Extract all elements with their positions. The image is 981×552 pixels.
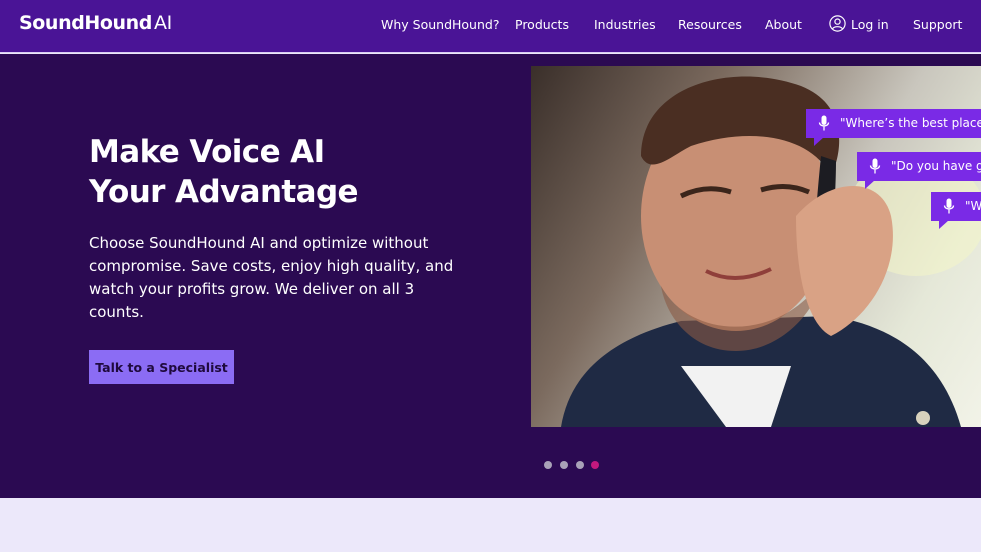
nav-resources[interactable]: Resources: [678, 17, 742, 32]
microphone-icon: [943, 198, 955, 214]
nav-industries[interactable]: Industries: [594, 17, 656, 32]
soundhound-logo[interactable]: SoundHound AI: [19, 12, 172, 34]
logo-name: SoundHound: [19, 12, 152, 34]
voice-query-bubble-2: "Do you have glu: [857, 152, 981, 189]
nav-support[interactable]: Support: [913, 17, 962, 32]
voice-query-text-2: "Do you have glu: [891, 159, 981, 173]
carousel-dot-3[interactable]: [576, 461, 584, 469]
talk-to-specialist-button[interactable]: Talk to a Specialist: [89, 350, 234, 384]
microphone-icon: [818, 115, 830, 131]
carousel-dot-4[interactable]: [591, 461, 599, 469]
nav-login[interactable]: Log in: [851, 17, 889, 32]
logo-suffix: AI: [154, 12, 172, 34]
microphone-icon: [869, 158, 881, 174]
voice-query-bubble-1: "Where’s the best place to: [806, 109, 981, 146]
nav-why-soundhound[interactable]: Why SoundHound?: [381, 17, 499, 32]
hero-photo-man-on-phone: "Where’s the best place to "Do you have …: [531, 66, 981, 427]
user-circle-icon[interactable]: [829, 15, 846, 32]
top-navbar: SoundHound AI Why SoundHound? Products In…: [0, 0, 981, 53]
bubble-tail: [865, 180, 875, 189]
hero-subtitle: Choose SoundHound AI and optimize withou…: [89, 234, 454, 321]
nav-about[interactable]: About: [765, 17, 802, 32]
bubble-tail: [939, 220, 949, 229]
next-section: [0, 498, 981, 552]
voice-query-bubble-3: "W: [931, 192, 981, 229]
carousel-dot-2[interactable]: [560, 461, 568, 469]
hero-title: Make Voice AI Your Advantage: [89, 134, 359, 210]
carousel-dot-1[interactable]: [544, 461, 552, 469]
hero-section: Make Voice AI Your Advantage Choose Soun…: [0, 54, 981, 498]
voice-query-text-1: "Where’s the best place to: [840, 116, 981, 130]
nav-products[interactable]: Products: [515, 17, 569, 32]
bubble-tail: [814, 137, 824, 146]
voice-query-text-3: "W: [965, 199, 981, 213]
